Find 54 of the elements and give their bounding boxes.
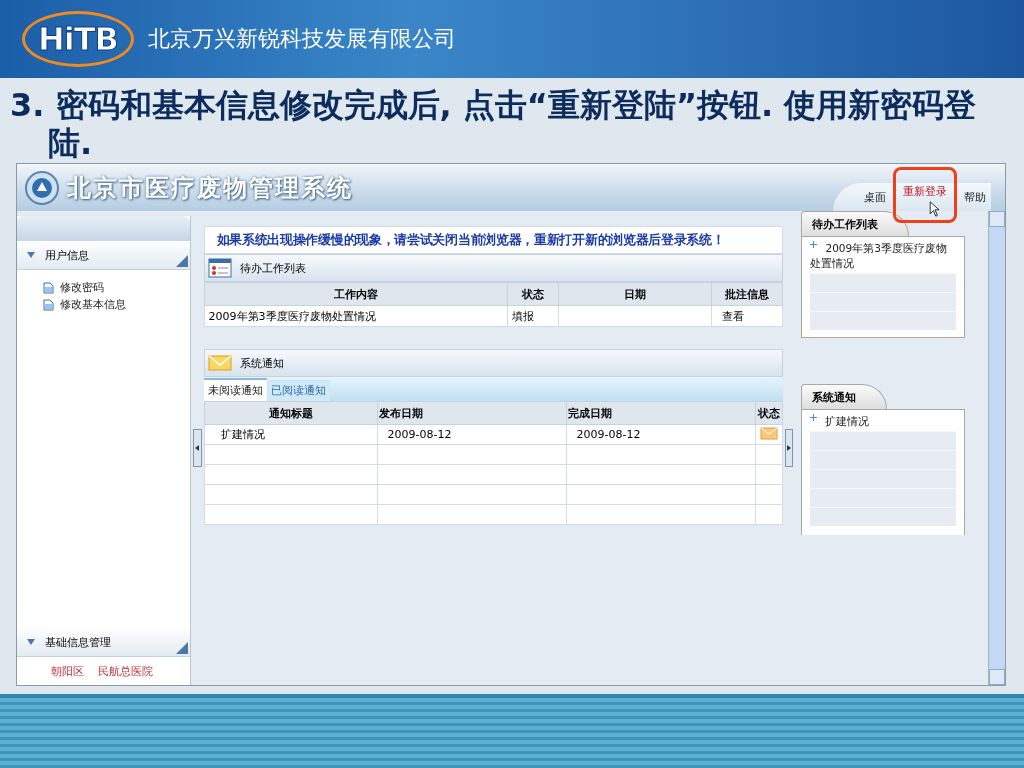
accordion-label: 基础信息管理 xyxy=(45,634,111,650)
column-header: 批注信息 xyxy=(711,282,783,306)
tab[interactable]: 未阅读通知 xyxy=(203,378,267,401)
column-header: 工作内容 xyxy=(204,282,508,306)
menu-item[interactable]: 修改密码 xyxy=(43,280,190,295)
document-icon xyxy=(43,298,54,311)
corner-icon xyxy=(175,642,188,654)
cursor-icon xyxy=(929,201,941,217)
panel-title: 系统通知 xyxy=(239,355,284,371)
list-icon xyxy=(207,258,232,278)
emblem-icon xyxy=(25,170,59,205)
tab[interactable]: 已阅读通知 xyxy=(266,380,330,401)
accordion-label: 用户信息 xyxy=(45,247,89,263)
table-cell: 填报 xyxy=(507,305,559,327)
column-header: 发布日期 xyxy=(377,401,567,425)
column-header: 状态 xyxy=(507,282,559,306)
scrollbar[interactable] xyxy=(988,211,1005,685)
notice-text: 如果系统出现操作缓慢的现象，请尝试关闭当前浏览器，重新打开新的浏览器后登录系统！ xyxy=(216,231,725,249)
table-cell: 扩建情况 xyxy=(204,424,378,445)
plus-icon xyxy=(810,241,818,248)
caret-icon xyxy=(27,639,35,645)
caret-icon xyxy=(27,252,35,258)
panel-title: 待办工作列表 xyxy=(239,260,306,276)
footer-label: 民航总医院 xyxy=(98,663,153,679)
accordion-header[interactable]: 基础信息管理 xyxy=(17,628,190,657)
table-cell: 2009-08-12 xyxy=(377,424,567,445)
nav-link[interactable]: 重新登录 xyxy=(902,182,948,201)
widget-tab[interactable]: 待办工作列表 xyxy=(801,211,910,236)
plus-icon xyxy=(810,414,818,421)
nav-link[interactable]: 帮助 xyxy=(963,188,987,207)
slide-title: 3. 密码和基本信息修改完成后, 点击“重新登陆”按钮. 使用新密码登陆. xyxy=(10,86,978,162)
table-cell: 2009年第3季度医疗废物处置情况 xyxy=(204,305,508,327)
envelope-icon xyxy=(207,354,232,372)
document-icon xyxy=(43,281,54,294)
column-header: 通知标题 xyxy=(204,401,378,425)
app-title: 北京市医疗废物管理系统 xyxy=(67,172,353,204)
corner-icon xyxy=(175,255,188,267)
column-header: 日期 xyxy=(558,282,712,306)
widget-item[interactable]: 2009年第3季度医疗废物处置情况 xyxy=(810,241,957,273)
menu-item[interactable]: 修改基本信息 xyxy=(43,297,190,312)
accordion-header[interactable]: 用户信息 xyxy=(17,241,190,270)
nav-link[interactable]: 桌面 xyxy=(863,188,887,207)
table-cell: 2009-08-12 xyxy=(566,424,756,445)
view-link[interactable]: 查看 xyxy=(711,305,783,327)
column-header: 完成日期 xyxy=(566,401,756,425)
collapse-handle[interactable] xyxy=(784,429,794,467)
widget-tab[interactable]: 系统通知 xyxy=(801,384,888,409)
column-header: 状态 xyxy=(755,401,783,425)
company-logo: HiTB xyxy=(22,11,134,67)
envelope-icon xyxy=(759,425,778,441)
footer-label: 朝阳区 xyxy=(51,663,84,679)
widget-item[interactable]: 扩建情况 xyxy=(810,414,957,431)
collapse-handle[interactable] xyxy=(192,429,202,467)
company-name: 北京万兴新锐科技发展有限公司 xyxy=(147,25,456,53)
